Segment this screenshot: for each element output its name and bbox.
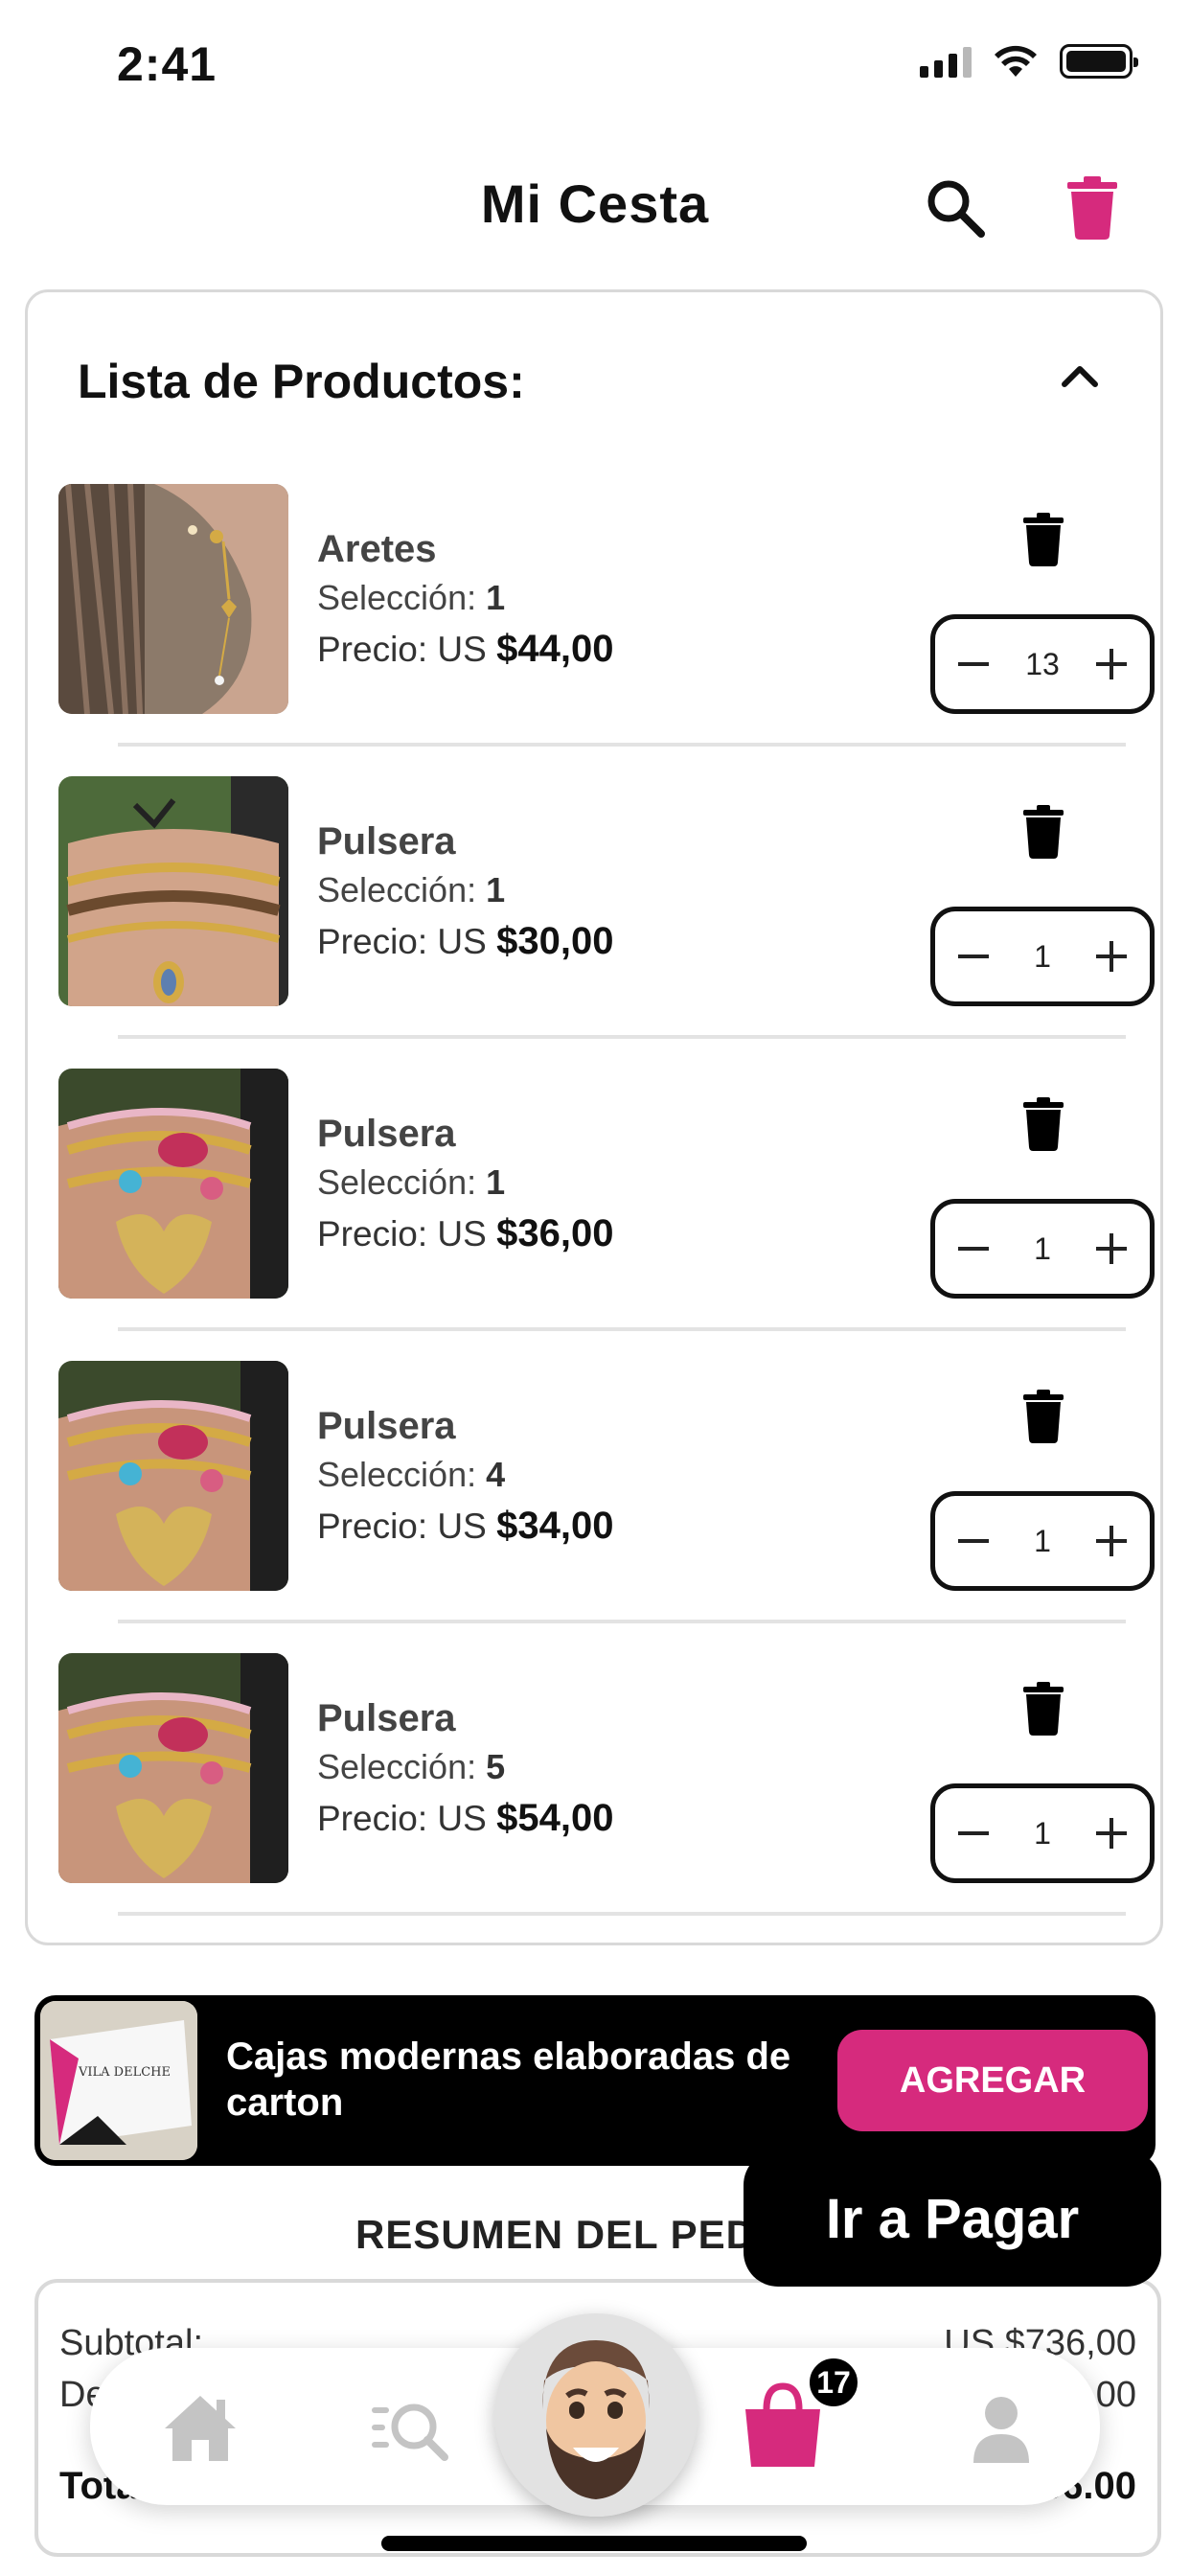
- home-icon[interactable]: [159, 2386, 241, 2469]
- cellular-signal-icon: [920, 45, 972, 78]
- product-price: Precio: US $36,00: [317, 1212, 614, 1254]
- decrease-quantity-button[interactable]: [956, 1231, 991, 1266]
- cart-count-badge: 17: [807, 2356, 860, 2409]
- product-selection: Selección: 1: [317, 578, 506, 617]
- profile-icon[interactable]: [960, 2386, 1042, 2469]
- add-box-button[interactable]: AGREGAR: [837, 2030, 1148, 2131]
- page-title: Mi Cesta: [480, 173, 710, 234]
- gift-box-image: VILA DELCHE: [40, 2001, 197, 2160]
- gift-box-promo: VILA DELCHE Cajas modernas elaboradas de…: [34, 1995, 1156, 2166]
- products-panel-title: Lista de Productos:: [78, 355, 525, 408]
- quantity-value: 13: [1025, 646, 1060, 681]
- product-selection: Selección: 4: [317, 1455, 506, 1494]
- chevron-up-icon[interactable]: [1059, 361, 1101, 390]
- quantity-stepper: 13: [930, 614, 1155, 714]
- quantity-value: 1: [1034, 1523, 1051, 1558]
- product-selection: Selección: 1: [317, 1162, 506, 1202]
- product-image-bracelet[interactable]: [58, 1361, 288, 1591]
- search-catalog-icon[interactable]: [368, 2386, 450, 2469]
- promo-logo-text: VILA DELCHE: [78, 2065, 171, 2080]
- status-icons: [920, 44, 1138, 79]
- list-item: Pulsera Selección: 4 Precio: US $34,00 1: [58, 1361, 1155, 1652]
- product-image-bracelet[interactable]: [58, 1653, 288, 1883]
- decrease-quantity-button[interactable]: [956, 1524, 991, 1558]
- products-panel: Lista de Productos: Aretes Selección: 1 …: [25, 289, 1163, 1945]
- decrease-quantity-button[interactable]: [956, 647, 991, 681]
- increase-quantity-button[interactable]: [1094, 939, 1129, 974]
- product-price: Precio: US $44,00: [317, 628, 614, 670]
- product-image-bracelet[interactable]: [58, 776, 288, 1006]
- divider: [118, 743, 1126, 747]
- clear-cart-trash-icon[interactable]: [1065, 176, 1119, 240]
- divider: [118, 1620, 1126, 1623]
- avatar[interactable]: [494, 2313, 698, 2517]
- increase-quantity-button[interactable]: [1094, 647, 1129, 681]
- quantity-stepper: 1: [930, 907, 1155, 1006]
- divider: [118, 1035, 1126, 1039]
- decrease-quantity-button[interactable]: [956, 1816, 991, 1851]
- list-item: Aretes Selección: 1 Precio: US $44,00 13: [58, 484, 1155, 775]
- wifi-icon: [995, 45, 1037, 77]
- divider: [118, 1327, 1126, 1331]
- list-item: Pulsera Selección: 1 Precio: US $36,00 1: [58, 1069, 1155, 1360]
- trash-icon[interactable]: [1022, 1682, 1064, 1736]
- increase-quantity-button[interactable]: [1094, 1816, 1129, 1851]
- quantity-value: 1: [1034, 1815, 1051, 1851]
- increase-quantity-button[interactable]: [1094, 1524, 1129, 1558]
- trash-icon[interactable]: [1022, 513, 1064, 566]
- list-item: Pulsera Selección: 1 Precio: US $30,00 1: [58, 776, 1155, 1068]
- product-name: Aretes: [317, 528, 437, 570]
- trash-icon[interactable]: [1022, 1097, 1064, 1151]
- quantity-value: 1: [1034, 1230, 1051, 1266]
- trash-icon[interactable]: [1022, 805, 1064, 859]
- product-name: Pulsera: [317, 820, 456, 862]
- product-name: Pulsera: [317, 1405, 456, 1447]
- status-time: 2:41: [117, 37, 217, 91]
- product-price: Precio: US $30,00: [317, 920, 614, 962]
- decrease-quantity-button[interactable]: [956, 939, 991, 974]
- home-indicator[interactable]: [381, 2536, 807, 2551]
- product-name: Pulsera: [317, 1697, 456, 1739]
- quantity-stepper: 1: [930, 1783, 1155, 1883]
- quantity-value: 1: [1034, 938, 1051, 974]
- checkout-button[interactable]: Ir a Pagar: [744, 2150, 1161, 2287]
- product-price: Precio: US $34,00: [317, 1505, 614, 1547]
- trash-icon[interactable]: [1022, 1390, 1064, 1443]
- product-name: Pulsera: [317, 1113, 456, 1155]
- product-price: Precio: US $54,00: [317, 1797, 614, 1839]
- battery-icon: [1060, 44, 1138, 79]
- quantity-stepper: 1: [930, 1491, 1155, 1591]
- product-image-bracelet[interactable]: [58, 1069, 288, 1299]
- product-selection: Selección: 5: [317, 1747, 506, 1786]
- product-selection: Selección: 1: [317, 870, 506, 909]
- list-item: Pulsera Selección: 5 Precio: US $54,00 1: [58, 1653, 1155, 1944]
- quantity-stepper: 1: [930, 1199, 1155, 1299]
- increase-quantity-button[interactable]: [1094, 1231, 1129, 1266]
- search-icon[interactable]: [922, 174, 989, 242]
- promo-text: Cajas modernas elaboradas de carton: [226, 2036, 791, 2124]
- divider: [118, 1912, 1126, 1916]
- product-image-earrings[interactable]: [58, 484, 288, 714]
